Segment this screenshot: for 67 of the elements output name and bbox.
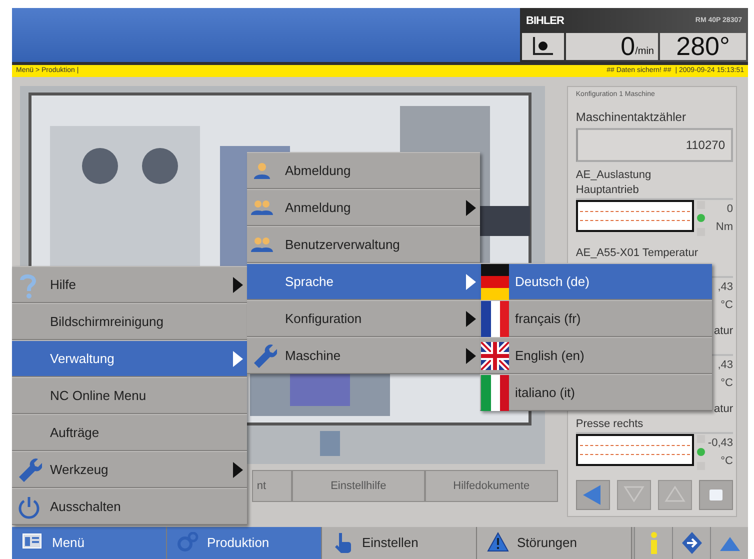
sensor-label: Hauptantrieb	[576, 182, 640, 198]
sensor-label: AE_A55-X01 Temperatur	[576, 246, 699, 261]
sensor-value: -0,43	[708, 436, 733, 449]
menu-item[interactable]: Benutzerverwaltung	[247, 226, 480, 263]
menu-item[interactable]: italiano (it)	[480, 374, 712, 411]
function-button[interactable]: Einstellhilfe	[292, 470, 425, 502]
menu-item[interactable]: Bildschirmreinigung	[12, 303, 247, 340]
menu-item[interactable]: Abmeldung	[247, 152, 480, 189]
sensor-label: AE_Auslastung	[576, 168, 652, 183]
menu-item[interactable]: Maschine	[247, 337, 480, 374]
down-arrow-icon	[622, 484, 645, 505]
info-button[interactable]	[634, 526, 672, 559]
menu-item[interactable]: Deutsch (de)	[480, 263, 712, 300]
sensor-label: atur	[714, 402, 733, 417]
sensor-unit: Nm	[716, 221, 733, 234]
germany-flag-icon	[481, 264, 509, 300]
people-icon	[251, 234, 273, 254]
menu-item[interactable]: NC Online Menu	[12, 377, 247, 414]
warning-icon	[487, 532, 509, 554]
roller	[142, 148, 178, 184]
feed-unit	[480, 206, 530, 236]
menu-item[interactable]: English (en)	[480, 337, 712, 374]
up-arrow-icon	[664, 484, 686, 505]
france-flag-icon	[481, 300, 509, 336]
taskbar-tab[interactable]: Einstellen	[322, 526, 477, 559]
axis-button[interactable]	[522, 33, 564, 60]
menu-item[interactable]: Sprache	[247, 263, 480, 300]
sensor-value: 0	[726, 202, 733, 215]
sensor-label: atur	[714, 324, 733, 339]
taskbar-tab[interactable]: Produktion	[167, 526, 322, 559]
function-button[interactable]: nt	[252, 470, 292, 502]
gears-icon	[177, 532, 199, 554]
diamond-arrow-icon	[680, 530, 702, 555]
sensor-unit: °C	[720, 299, 733, 312]
window-button[interactable]	[698, 480, 733, 510]
person-icon	[251, 160, 273, 180]
sensor-label: Presse rechts	[576, 416, 644, 432]
menu-item[interactable]: Konfiguration	[247, 300, 480, 337]
counter-field: 110270	[576, 128, 733, 162]
axis-dot-icon	[532, 36, 554, 56]
sensor-unit: °C	[720, 455, 733, 468]
counter-label: Maschinentaktzähler	[576, 110, 687, 126]
roller	[82, 148, 118, 184]
info-icon	[650, 531, 658, 554]
function-button[interactable]: Hilfedokumente	[424, 470, 558, 502]
people-icon	[251, 198, 273, 218]
connector	[320, 430, 340, 456]
speed-unit: /min	[635, 46, 654, 57]
speed-value: 0	[620, 33, 636, 60]
taskbar-tab[interactable]: Menü	[12, 526, 167, 559]
sensor-value: ,43	[718, 280, 733, 293]
menu-item[interactable]: Anmeldung	[247, 189, 480, 226]
sensor-value: ,43	[718, 358, 733, 371]
sensor-unit: °C	[720, 377, 733, 390]
left-arrow-button[interactable]	[576, 480, 610, 510]
menu-item[interactable]: français (fr)	[480, 300, 712, 337]
menu-item[interactable]: Verwaltung	[12, 340, 247, 377]
uk-flag-icon	[481, 342, 509, 370]
menu-item[interactable]: Werkzeug	[12, 451, 247, 488]
menu-item[interactable]: Ausschalten	[12, 488, 247, 525]
taskbar-tab[interactable]: Störungen	[477, 526, 632, 559]
menu-item[interactable]: Aufträge	[12, 414, 247, 451]
angle-value: 280°	[676, 33, 730, 60]
navigate-button[interactable]	[672, 526, 710, 559]
company-logo: BIHLER	[526, 14, 564, 26]
italy-flag-icon	[481, 374, 509, 410]
menu-item[interactable]: Hilfe	[12, 266, 247, 303]
